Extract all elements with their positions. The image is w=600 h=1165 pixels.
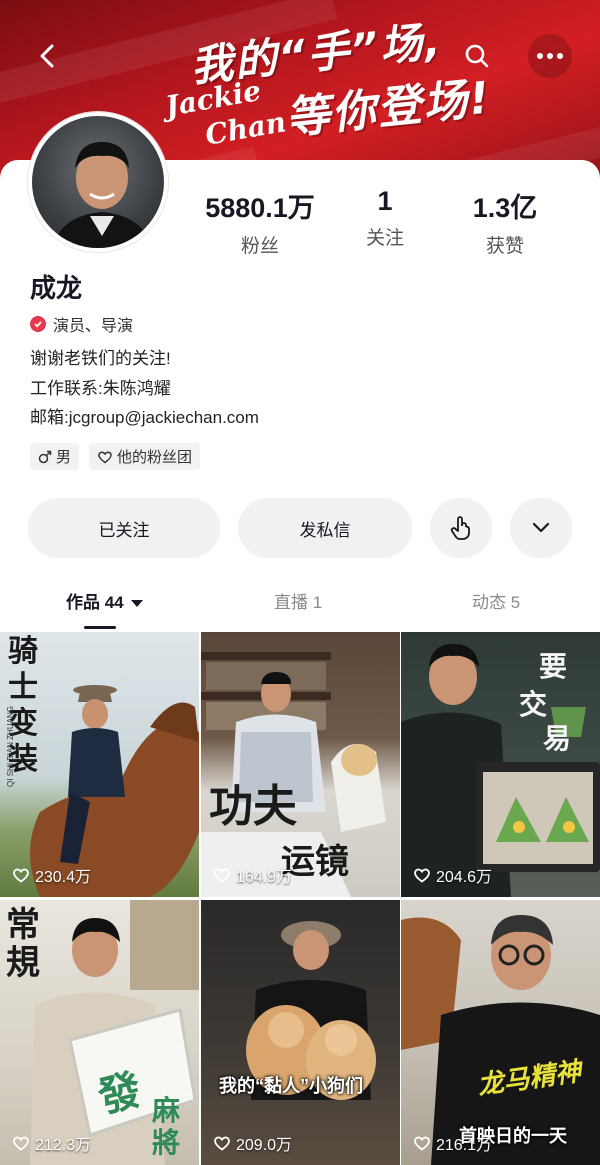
video-caption: 我的“黏人”小狗们 bbox=[219, 1076, 363, 1096]
stat-fans-value: 5880.1万 bbox=[205, 193, 315, 223]
avatar[interactable] bbox=[28, 112, 168, 252]
video-thumbnail[interactable]: 我的“黏人”小狗们 209.0万 bbox=[201, 900, 400, 1165]
heart-outline-icon bbox=[414, 868, 430, 883]
profile-name: 成龙 bbox=[30, 273, 83, 303]
bio-line-2: 工作联系:朱陈鸿耀 bbox=[30, 379, 171, 398]
video-likes: 209.0万 bbox=[213, 1131, 292, 1155]
video-likes-count: 204.6万 bbox=[436, 869, 493, 886]
stat-likes[interactable]: 1.3亿 获赞 bbox=[440, 186, 570, 258]
video-thumbnail[interactable]: 常 規 發 麻 將 212.3万 bbox=[0, 900, 199, 1165]
man-with-zongzi-box-illustration bbox=[401, 644, 600, 897]
tab-live[interactable]: 直播 1 bbox=[274, 588, 322, 613]
video-thumbnail[interactable]: 龙马精神 首映日的一天 216.1万 bbox=[401, 900, 600, 1165]
message-button[interactable]: 发私信 bbox=[238, 498, 412, 558]
video-caption: 要 bbox=[539, 650, 568, 683]
verified-badge-icon bbox=[30, 316, 46, 332]
video-caption-2: 交 易 bbox=[519, 688, 572, 755]
tab-works-label: 作品 44 bbox=[66, 593, 124, 612]
tab-works[interactable]: 作品 44 bbox=[66, 588, 144, 613]
video-likes: 212.3万 bbox=[12, 1131, 91, 1155]
chevron-down-icon bbox=[532, 522, 550, 533]
stat-following[interactable]: 1 关注 bbox=[330, 186, 440, 258]
tab-moments[interactable]: 动态 5 bbox=[472, 588, 520, 613]
video-likes-count: 216.1万 bbox=[436, 1137, 493, 1154]
video-likes-count: 212.3万 bbox=[35, 1137, 92, 1154]
video-caption: 功夫 bbox=[209, 781, 297, 832]
video-likes-count: 164.9万 bbox=[236, 869, 293, 886]
video-likes-count: 209.0万 bbox=[236, 1137, 293, 1154]
content-tabs: 作品 44 直播 1 动态 5 bbox=[0, 588, 600, 632]
bio-line-3: 邮箱:jcgroup@jackiechan.com bbox=[30, 408, 259, 427]
stat-following-value: 1 bbox=[377, 186, 393, 216]
stat-fans-label: 粉丝 bbox=[240, 236, 279, 257]
stat-likes-label: 获赞 bbox=[485, 236, 524, 257]
profile-tags: 男 他的粉丝团 bbox=[30, 443, 201, 470]
verified-info: 演员、导演 bbox=[30, 312, 133, 336]
more-dots-icon bbox=[537, 53, 563, 59]
stat-likes-value: 1.3亿 bbox=[472, 193, 538, 223]
stat-fans[interactable]: 5880.1万 粉丝 bbox=[190, 186, 330, 258]
video-thumbnail[interactable]: 骑 士 变 装 QI SHI BIAN ZHUANG 230.4万 bbox=[0, 632, 199, 897]
gender-label: 男 bbox=[56, 449, 72, 466]
verified-text: 演员、导演 bbox=[53, 318, 134, 335]
male-icon bbox=[38, 450, 52, 463]
following-button[interactable]: 已关注 bbox=[28, 498, 220, 558]
video-likes: 230.4万 bbox=[12, 863, 91, 887]
video-caption: 常 規 bbox=[6, 905, 40, 983]
video-likes: 164.9万 bbox=[213, 863, 292, 887]
back-button[interactable] bbox=[26, 34, 70, 78]
more-options-button[interactable] bbox=[528, 34, 572, 78]
active-tab-indicator bbox=[84, 626, 116, 629]
stats-row: 5880.1万 粉丝 1 关注 1.3亿 获赞 bbox=[190, 186, 590, 258]
caret-down-icon bbox=[131, 600, 144, 607]
heart-outline-icon bbox=[414, 1136, 430, 1151]
poke-button[interactable] bbox=[430, 498, 492, 558]
video-thumbnail[interactable]: 功夫 运镜 164.9万 bbox=[201, 632, 400, 897]
chevron-left-icon bbox=[40, 44, 54, 68]
man-with-dogs-illustration bbox=[246, 921, 376, 1100]
search-icon bbox=[465, 44, 489, 68]
heart-outline-icon bbox=[13, 1136, 29, 1151]
bio-line-1: 谢谢老铁们的关注! bbox=[30, 349, 171, 368]
fan-club-tag[interactable]: 他的粉丝团 bbox=[89, 443, 201, 470]
video-likes: 204.6万 bbox=[413, 863, 492, 887]
action-buttons: 已关注 发私信 bbox=[28, 498, 572, 558]
video-caption-small: QI SHI BIAN ZHUANG bbox=[5, 706, 15, 787]
fan-club-label: 他的粉丝团 bbox=[117, 449, 193, 466]
stat-following-label: 关注 bbox=[365, 228, 404, 249]
search-button[interactable] bbox=[455, 34, 499, 78]
heart-outline-icon bbox=[214, 1136, 230, 1151]
video-likes: 216.1万 bbox=[413, 1131, 492, 1155]
video-likes-count: 230.4万 bbox=[35, 869, 92, 886]
expand-button[interactable] bbox=[510, 498, 572, 558]
hand-tap-icon bbox=[450, 516, 470, 540]
gender-tag: 男 bbox=[30, 443, 80, 470]
fan-club-heart-icon bbox=[98, 451, 112, 463]
heart-outline-icon bbox=[214, 868, 230, 883]
video-caption-2: 麻 將 bbox=[152, 1094, 181, 1159]
video-grid: 骑 士 变 装 QI SHI BIAN ZHUANG 230.4万 功夫 运镜 … bbox=[0, 632, 600, 1165]
heart-outline-icon bbox=[13, 868, 29, 883]
video-thumbnail[interactable]: 要 交 易 204.6万 bbox=[401, 632, 600, 897]
